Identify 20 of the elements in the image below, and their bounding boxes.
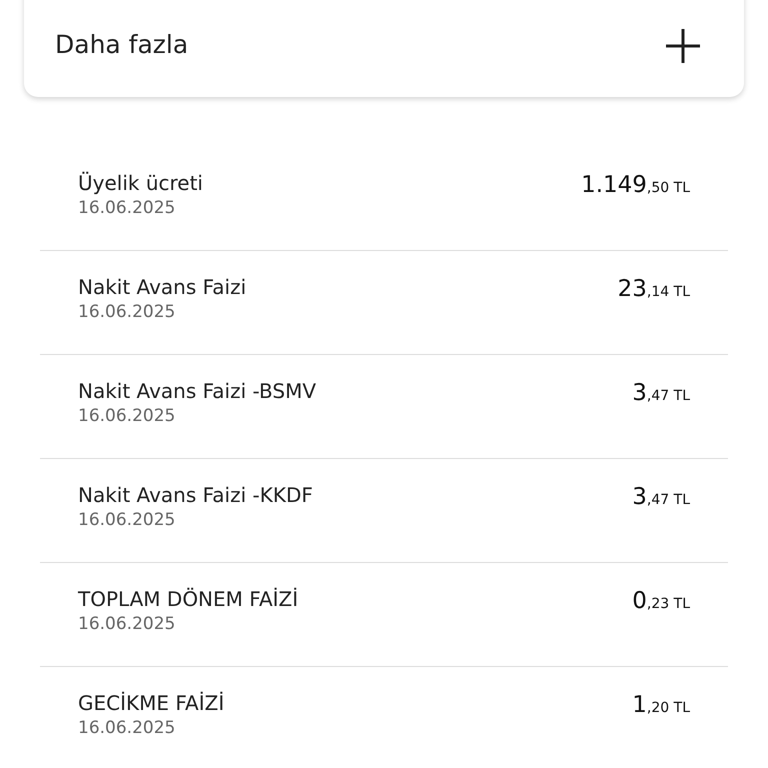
transaction-amount: 3,47 TL (632, 379, 690, 406)
plus-icon[interactable] (664, 27, 702, 65)
transaction-date: 16.06.2025 (78, 406, 176, 426)
transaction-name: TOPLAM DÖNEM FAİZİ (78, 587, 298, 611)
transaction-name: Nakit Avans Faizi -BSMV (78, 379, 316, 403)
transaction-date: 16.06.2025 (78, 614, 176, 634)
transaction-name: Nakit Avans Faizi -KKDF (78, 483, 313, 507)
transaction-amount: 3,47 TL (632, 483, 690, 510)
transaction-name: GECİKME FAİZİ (78, 691, 224, 715)
transaction-amount: 1.149,50 TL (581, 171, 690, 198)
transaction-date: 16.06.2025 (78, 302, 176, 322)
transaction-name: Nakit Avans Faizi (78, 275, 246, 299)
transaction-amount: 23,14 TL (618, 275, 690, 302)
transaction-date: 16.06.2025 (78, 718, 176, 738)
transaction-amount: 1,20 TL (632, 691, 690, 718)
transaction-amount: 0,23 TL (632, 587, 690, 614)
transaction-date: 16.06.2025 (78, 198, 176, 218)
transaction-date: 16.06.2025 (78, 510, 176, 530)
header-title: Daha fazla (55, 32, 188, 57)
transaction-name: Üyelik ücreti (78, 171, 203, 195)
